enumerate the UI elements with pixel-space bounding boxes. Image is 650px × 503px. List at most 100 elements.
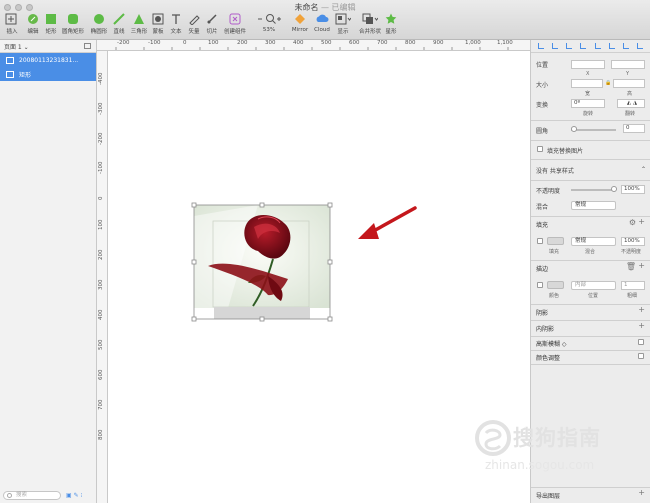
rounded-rectangle-tool-button[interactable]: 圆角矩形 <box>60 12 86 35</box>
view-icon <box>335 12 351 26</box>
corner-radius-knob[interactable] <box>571 126 577 132</box>
align-bottom-icon[interactable] <box>608 43 615 49</box>
resize-handle[interactable] <box>327 202 333 208</box>
design-canvas[interactable] <box>108 51 530 503</box>
opacity-slider[interactable] <box>571 189 615 191</box>
align-middle-icon[interactable] <box>594 43 601 49</box>
lock-ratio-icon[interactable]: 🔒 <box>605 80 611 86</box>
horizontal-ruler: -200 -100 0 100 200 300 400 500 600 700 … <box>97 40 530 51</box>
add-fill-icon[interactable]: + <box>638 217 645 226</box>
fill-blend-select[interactable]: 常规 <box>571 237 616 246</box>
layer-item-image[interactable]: 20080113231831... <box>0 53 96 67</box>
chevron-updown-icon[interactable]: ⌃ <box>641 166 646 173</box>
divider <box>531 487 650 488</box>
resize-handle[interactable] <box>327 316 333 322</box>
fill-enabled-checkbox[interactable] <box>537 238 543 244</box>
fill-color-swatch[interactable] <box>547 237 564 245</box>
fill-replace-checkbox[interactable] <box>537 146 543 152</box>
divider <box>531 336 650 337</box>
plus-icon <box>5 12 19 26</box>
shared-style-select[interactable]: 没有 共享样式 <box>536 166 574 175</box>
distribute-horizontal-icon[interactable] <box>622 43 629 49</box>
star-tool-button[interactable]: 星形 <box>378 12 404 35</box>
add-page-icon[interactable] <box>84 43 91 49</box>
border-position-select[interactable]: 内部 <box>571 281 616 290</box>
add-export-icon[interactable]: + <box>638 488 645 497</box>
divider <box>531 180 650 181</box>
annotation-arrow-icon <box>358 206 417 239</box>
border-enabled-checkbox[interactable] <box>537 282 543 288</box>
create-symbol-button[interactable]: 创建组件 <box>222 12 248 35</box>
rose-image[interactable] <box>194 205 330 308</box>
alignment-toolbar <box>531 40 650 53</box>
resize-handle[interactable] <box>191 259 197 265</box>
resize-handle[interactable] <box>259 202 265 208</box>
cloud-icon <box>315 12 329 26</box>
corner-radius-slider[interactable] <box>571 129 616 131</box>
divider <box>531 159 650 160</box>
vertical-ruler: -400 -300 -200 -100 0 100 200 300 400 50… <box>97 51 108 503</box>
layer-item-rectangle[interactable]: 矩形 <box>0 67 96 81</box>
oval-icon <box>93 12 105 26</box>
rounded-rectangle-icon <box>67 12 79 26</box>
x-position-field[interactable] <box>571 60 605 69</box>
border-width-field[interactable]: 1 <box>621 281 645 290</box>
width-field[interactable] <box>571 79 603 88</box>
inspector-panel: 位置 X Y 大小 🔒 宽 高 变换 0º ◭ ◮ 旋转 翻转 圆角 0 填充替… <box>530 40 650 503</box>
layer-list-panel: 页面 1 ⌄ 20080113231831... 矩形 搜索 ▣ ✎ ⁝ <box>0 40 97 503</box>
layer-search-input[interactable]: 搜索 <box>3 491 61 500</box>
line-icon <box>113 12 125 26</box>
divider <box>531 364 650 365</box>
triangle-icon <box>133 12 145 26</box>
rectangle-icon <box>45 12 57 26</box>
resize-handle[interactable] <box>327 259 333 265</box>
resize-handle[interactable] <box>191 202 197 208</box>
flip-buttons[interactable]: ◭ ◮ <box>617 99 645 108</box>
add-border-icon[interactable]: + <box>638 261 645 270</box>
divider <box>531 260 650 261</box>
y-position-field[interactable] <box>611 60 645 69</box>
rectangle-layer-icon <box>6 70 14 78</box>
divider <box>531 304 650 305</box>
fill-opacity-field[interactable]: 100% <box>621 237 645 246</box>
blend-mode-select[interactable]: 常规 <box>571 201 616 210</box>
mirror-icon <box>294 12 306 26</box>
color-adjust-checkbox[interactable] <box>638 353 644 359</box>
trash-icon[interactable]: 🗑 <box>626 262 636 271</box>
resize-handle[interactable] <box>191 316 197 322</box>
add-shadow-icon[interactable]: + <box>638 305 645 314</box>
divider <box>531 350 650 351</box>
border-color-swatch[interactable] <box>547 281 564 289</box>
blur-type-select[interactable]: 高斯模糊 ◇ <box>536 339 567 348</box>
zoom-icon <box>257 12 281 26</box>
align-left-icon[interactable] <box>538 43 545 49</box>
height-field[interactable] <box>613 79 645 88</box>
opacity-knob[interactable] <box>611 186 617 192</box>
align-right-icon[interactable] <box>566 43 573 49</box>
divider <box>531 120 650 121</box>
view-button[interactable]: 显示 <box>330 12 356 35</box>
search-icon <box>7 493 12 498</box>
toolbar: 未命名 — 已编辑 插入 编辑 矩形 圆角矩形 椭圆形 直线 三角形 蒙板 文本… <box>0 0 650 40</box>
resize-handle[interactable] <box>259 316 265 322</box>
align-center-icon[interactable] <box>552 43 559 49</box>
symbol-icon <box>229 12 241 26</box>
blur-enabled-checkbox[interactable] <box>638 339 644 345</box>
add-inner-shadow-icon[interactable]: + <box>638 321 645 330</box>
align-top-icon[interactable] <box>580 43 587 49</box>
slice-icon <box>206 12 218 26</box>
combine-icon <box>362 12 378 26</box>
rotation-field[interactable]: 0º <box>571 99 605 108</box>
divider <box>531 216 650 217</box>
zoom-control[interactable]: 53% <box>256 12 282 33</box>
gear-icon[interactable]: ⚙ <box>629 218 636 227</box>
divider <box>531 320 650 321</box>
divider <box>531 140 650 141</box>
page-selector[interactable]: 页面 1 ⌄ <box>0 40 96 53</box>
layer-filter-icon[interactable]: ▣ ✎ ⁝ <box>66 492 82 499</box>
distribute-vertical-icon[interactable] <box>636 43 643 49</box>
image-layer-icon <box>6 56 14 64</box>
horizontal-ruler-ticks <box>115 47 509 50</box>
opacity-field[interactable]: 100% <box>621 185 645 194</box>
corner-radius-field[interactable]: 0 <box>623 124 645 133</box>
